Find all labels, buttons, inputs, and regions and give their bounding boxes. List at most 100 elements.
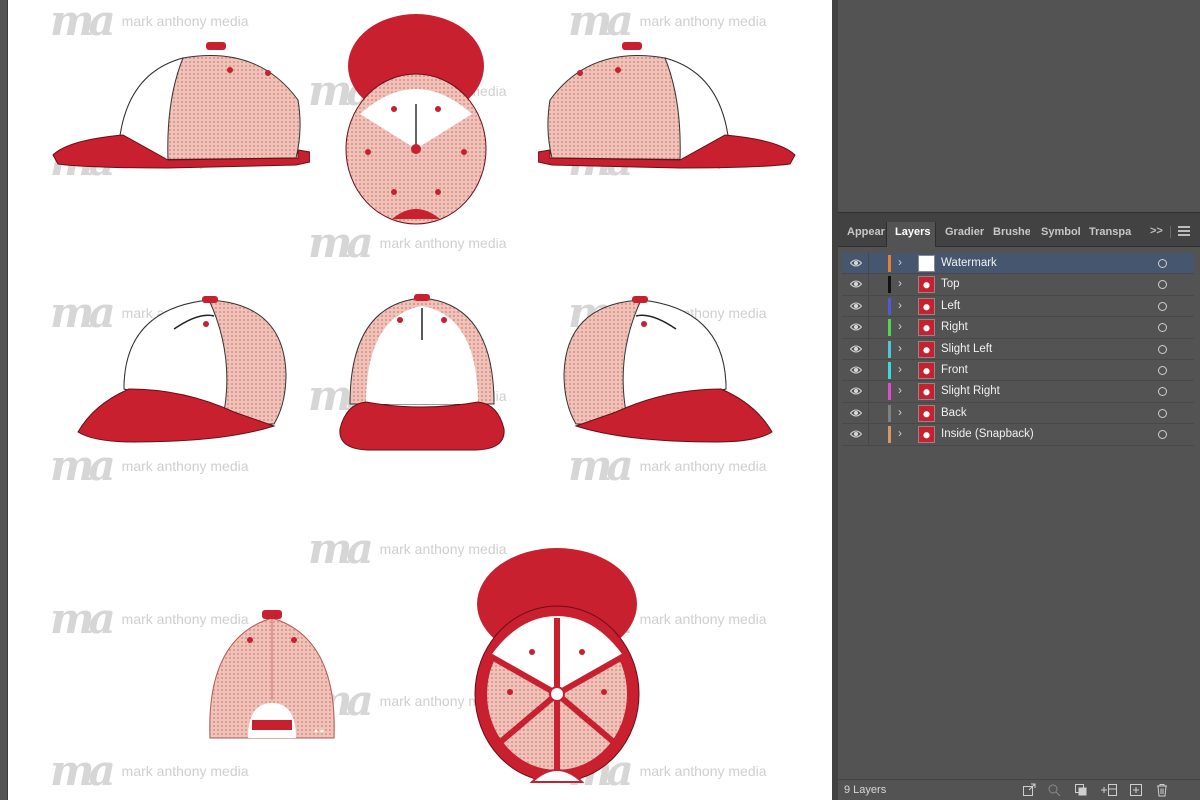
expand-chevron-icon[interactable]: › [898, 255, 902, 269]
tab-symbols[interactable]: Symbol [1032, 222, 1080, 247]
eye-icon[interactable] [850, 279, 862, 289]
layer-target-circle-icon[interactable] [1158, 280, 1167, 290]
layers-footer: 9 Layers [838, 779, 1200, 800]
layer-row[interactable]: › Top [842, 274, 1194, 296]
watermark: mamark anthony media [568, 445, 767, 487]
expand-chevron-icon[interactable]: › [898, 341, 902, 355]
eye-icon[interactable] [850, 429, 862, 439]
new-sublayer-icon[interactable] [1100, 783, 1118, 797]
layer-row[interactable]: › Front [842, 359, 1194, 382]
layer-target-circle-icon[interactable] [1158, 301, 1167, 311]
cap-back-view[interactable] [204, 608, 340, 746]
layer-target-circle-icon[interactable] [1158, 430, 1167, 440]
row-divider [868, 381, 869, 402]
layer-thumbnail [918, 276, 935, 294]
panel-menu-icon[interactable] [1178, 226, 1190, 236]
cap-left-view[interactable] [48, 40, 310, 170]
layer-target-circle-icon[interactable] [1158, 323, 1167, 333]
layer-name[interactable]: Watermark [941, 257, 997, 269]
cap-inside-view[interactable] [470, 544, 644, 790]
row-divider [868, 253, 869, 274]
watermark: mamark anthony media [50, 750, 249, 792]
tab-layers[interactable]: Layers [886, 222, 936, 247]
layer-name[interactable]: Top [941, 278, 960, 290]
layer-name[interactable]: Front [941, 364, 968, 376]
layer-row[interactable]: › Right [842, 317, 1194, 339]
row-divider [868, 338, 869, 359]
cap-slight-left-view[interactable] [74, 294, 294, 444]
row-divider [868, 424, 869, 445]
expand-chevron-icon[interactable]: › [898, 276, 902, 290]
layer-name[interactable]: Slight Right [941, 385, 1000, 397]
tab-brushes[interactable]: Brushes [984, 222, 1030, 247]
eye-icon[interactable] [850, 408, 862, 418]
layer-name[interactable]: Back [941, 407, 967, 419]
layer-name[interactable]: Slight Left [941, 343, 992, 355]
expand-chevron-icon[interactable]: › [898, 319, 902, 333]
watermark-logo: ma [568, 0, 634, 45]
layers-panel: Appear Layers Gradier Brushes Symbol Tra… [838, 212, 1200, 800]
layer-row[interactable]: › Slight Left [842, 338, 1194, 360]
watermark-text: mark anthony media [639, 458, 767, 474]
layer-color-swatch [888, 426, 891, 444]
layer-name[interactable]: Right [941, 321, 968, 333]
eye-icon[interactable] [850, 365, 862, 375]
layer-target-circle-icon[interactable] [1158, 344, 1167, 354]
cap-slight-right-view[interactable] [556, 294, 776, 444]
eye-icon[interactable] [850, 258, 862, 268]
layer-target-circle-icon[interactable] [1158, 365, 1167, 375]
cap-front-view[interactable] [336, 294, 508, 454]
layer-count: 9 Layers [844, 784, 887, 796]
more-tabs-button[interactable]: >> [1150, 225, 1163, 237]
layer-thumbnail [918, 297, 935, 315]
cap-right-view[interactable] [538, 40, 800, 170]
trash-icon[interactable] [1155, 783, 1169, 797]
eye-icon[interactable] [850, 322, 862, 332]
layer-row[interactable]: › Slight Right [842, 381, 1194, 403]
left-toolbar-edge [0, 0, 8, 800]
watermark: ma mark anthony media [568, 0, 767, 42]
layer-row[interactable]: › Watermark [842, 253, 1194, 275]
layer-row[interactable]: › Inside (Snapback) [842, 424, 1194, 446]
eye-icon[interactable] [850, 344, 862, 354]
watermark-logo: ma [308, 524, 374, 573]
tab-gradient[interactable]: Gradier [936, 222, 984, 247]
layer-color-swatch [888, 255, 891, 272]
watermark-text: mark anthony media [121, 458, 249, 474]
cap-top-view[interactable] [342, 14, 490, 229]
search-icon[interactable] [1047, 783, 1061, 797]
layer-target-circle-icon[interactable] [1158, 387, 1167, 397]
layer-thumbnail [918, 404, 935, 422]
watermark-logo: ma [50, 746, 116, 795]
clipping-mask-icon[interactable] [1074, 783, 1088, 797]
expand-chevron-icon[interactable]: › [898, 362, 902, 376]
layer-list: › Watermark › Top › Left › Right › Slight Left › Fr… [842, 253, 1194, 446]
layer-target-circle-icon[interactable] [1158, 408, 1167, 418]
layer-row[interactable]: › Left [842, 295, 1194, 318]
watermark-text: mark anthony media [639, 611, 767, 627]
layer-target-circle-icon[interactable] [1158, 259, 1167, 268]
layer-color-swatch [888, 383, 891, 401]
eye-icon[interactable] [850, 301, 862, 311]
layer-color-swatch [888, 276, 891, 294]
watermark-text: mark anthony media [639, 13, 767, 29]
watermark-text: mark anthony media [121, 763, 249, 779]
expand-chevron-icon[interactable]: › [898, 383, 902, 397]
export-icon[interactable] [1022, 783, 1036, 797]
expand-chevron-icon[interactable]: › [898, 426, 902, 440]
layer-thumbnail [918, 319, 935, 337]
artboard[interactable]: ma mark anthony media ma mark anthony medi… [8, 0, 832, 800]
new-layer-icon[interactable] [1129, 783, 1143, 797]
layer-name[interactable]: Left [941, 300, 960, 312]
expand-chevron-icon[interactable]: › [898, 405, 902, 419]
tab-transparency[interactable]: Transpa [1080, 222, 1132, 247]
layer-color-swatch [888, 319, 891, 337]
expand-chevron-icon[interactable]: › [898, 298, 902, 312]
illustrator-window: ma mark anthony media ma mark anthony medi… [0, 0, 1200, 800]
layer-row[interactable]: › Back [842, 402, 1194, 425]
tab-appearance[interactable]: Appear [838, 222, 886, 247]
eye-icon[interactable] [850, 386, 862, 396]
layer-thumbnail [918, 426, 935, 444]
tab-separator [1170, 226, 1171, 238]
layer-name[interactable]: Inside (Snapback) [941, 428, 1034, 440]
